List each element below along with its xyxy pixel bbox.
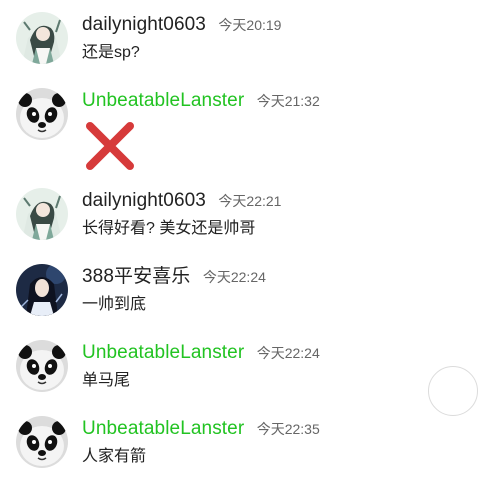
message-header: UnbeatableLanster 今天22:35 xyxy=(82,416,320,442)
panda-avatar-icon xyxy=(16,88,68,140)
message-text: 人家有箭 xyxy=(82,448,147,465)
username[interactable]: UnbeatableLanster xyxy=(82,90,244,111)
avatar[interactable] xyxy=(16,188,68,240)
message-text: 还是sp? xyxy=(82,44,140,61)
message-header: 388平安喜乐 今天22:24 xyxy=(82,264,266,290)
anime-character-avatar-icon xyxy=(16,12,68,64)
avatar[interactable] xyxy=(16,12,68,64)
timestamp: 今天22:24 xyxy=(256,345,320,361)
avatar[interactable] xyxy=(16,416,68,468)
username[interactable]: dailynight0603 xyxy=(82,190,206,211)
panda-avatar-icon xyxy=(16,340,68,392)
panda-avatar-icon xyxy=(16,416,68,468)
timestamp: 今天20:19 xyxy=(218,17,282,33)
dark-anime-avatar-icon xyxy=(16,264,68,316)
timestamp: 今天22:21 xyxy=(218,193,282,209)
message-text: 单马尾 xyxy=(82,372,131,389)
message-text: 一帅到底 xyxy=(82,296,147,313)
username[interactable]: dailynight0603 xyxy=(82,14,206,35)
avatar[interactable] xyxy=(16,88,68,140)
avatar[interactable] xyxy=(16,340,68,392)
avatar[interactable] xyxy=(16,264,68,316)
message-header: UnbeatableLanster 今天22:24 xyxy=(82,340,320,366)
message-text: 长得好看? 美女还是帅哥 xyxy=(82,220,256,237)
message-header: UnbeatableLanster 今天21:32 xyxy=(82,88,320,114)
message-header: dailynight0603 今天22:21 xyxy=(82,188,281,214)
username[interactable]: 388平安喜乐 xyxy=(82,266,190,287)
username[interactable]: UnbeatableLanster xyxy=(82,418,244,439)
timestamp: 今天22:35 xyxy=(256,421,320,437)
timestamp: 今天22:24 xyxy=(202,269,266,285)
username[interactable]: UnbeatableLanster xyxy=(82,342,244,363)
red-cross-icon xyxy=(86,122,134,170)
message-header: dailynight0603 今天20:19 xyxy=(82,12,281,38)
floating-button[interactable] xyxy=(428,366,478,416)
anime-character-avatar-icon xyxy=(16,188,68,240)
timestamp: 今天21:32 xyxy=(256,93,320,109)
